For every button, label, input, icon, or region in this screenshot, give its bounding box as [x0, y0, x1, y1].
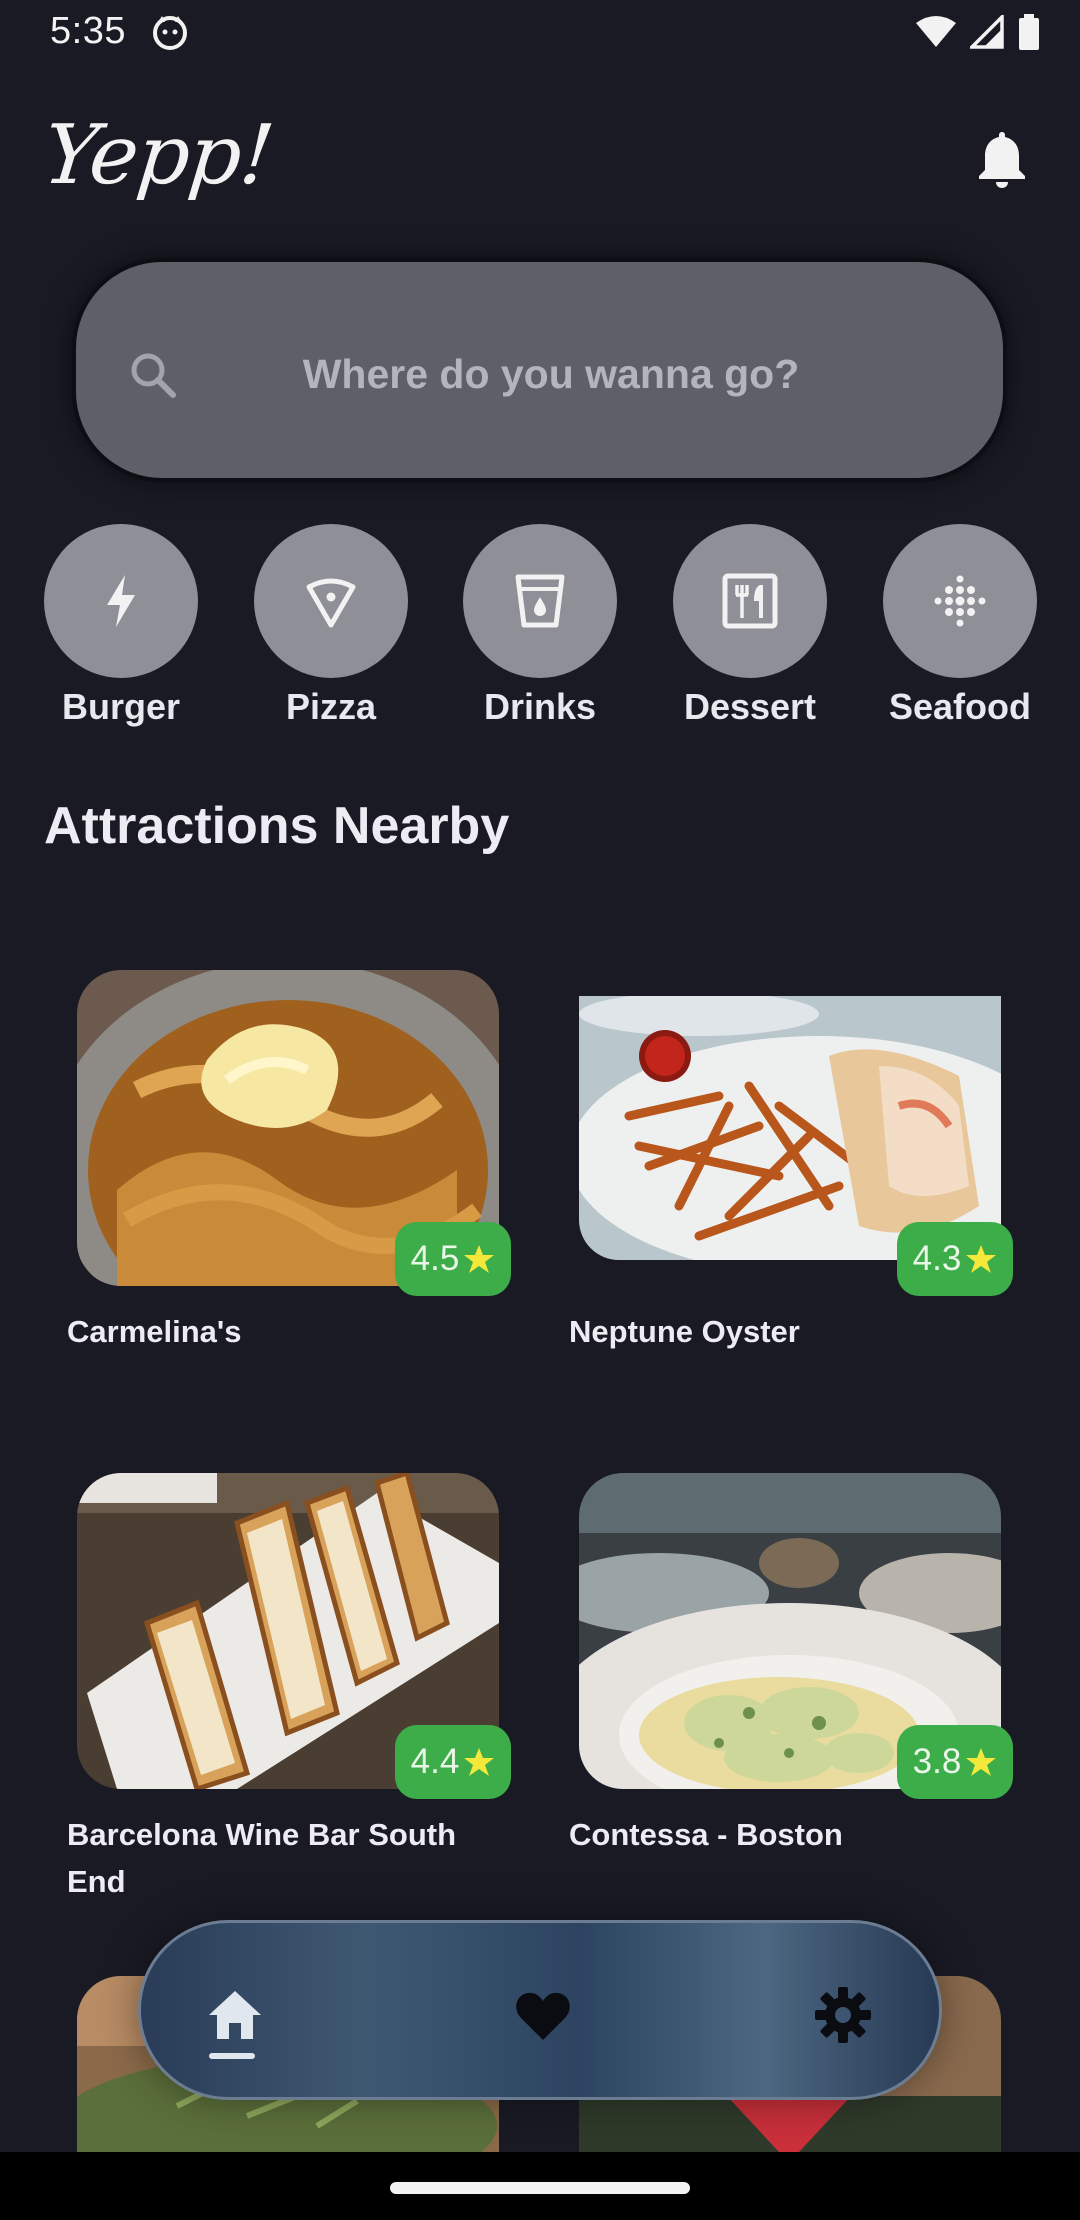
app-logo: Yepp! — [39, 108, 278, 203]
category-circle[interactable] — [463, 524, 617, 678]
category-pizza[interactable]: Pizza — [251, 524, 411, 728]
dots-grid-icon — [934, 575, 986, 627]
category-label: Seafood — [888, 686, 1031, 727]
status-time: 5:35 — [50, 10, 126, 52]
gesture-bar — [0, 2152, 1080, 2220]
place-card[interactable]: 3.8 Contessa - Boston — [547, 1473, 1013, 1873]
category-burger[interactable]: Burger — [41, 524, 201, 728]
heart-icon[interactable] — [513, 1985, 573, 2045]
star-icon — [464, 1748, 495, 1776]
category-label: Drinks — [483, 686, 597, 727]
cup-icon — [515, 574, 565, 628]
rating-badge: 4.4 — [395, 1725, 511, 1799]
gear-icon[interactable] — [813, 1985, 873, 2045]
bottom-nav — [138, 1920, 942, 2100]
bell-icon[interactable] — [974, 128, 1030, 190]
rating-badge: 3.8 — [897, 1725, 1013, 1799]
place-card[interactable]: 4.3 Neptune Oyster — [547, 970, 1013, 1370]
place-name[interactable]: Neptune Oyster — [569, 1308, 999, 1355]
notification-cat-icon — [153, 16, 187, 50]
rating-value: 4.3 — [912, 1239, 962, 1278]
category-seafood[interactable]: Seafood — [880, 524, 1040, 728]
search-bar[interactable] — [72, 258, 1007, 482]
battery-icon — [1019, 14, 1039, 50]
section-title: Attractions Nearby — [44, 797, 510, 855]
category-circle[interactable] — [44, 524, 198, 678]
category-label: Dessert — [683, 686, 817, 727]
star-icon — [966, 1245, 997, 1273]
restaurant-menu-icon — [722, 573, 778, 629]
place-name[interactable]: Contessa - Boston — [569, 1811, 999, 1858]
star-icon — [966, 1748, 997, 1776]
category-label: Pizza — [285, 686, 377, 727]
category-label: Burger — [61, 686, 181, 727]
rating-badge: 4.3 — [897, 1222, 1013, 1296]
category-drinks[interactable]: Drinks — [460, 524, 620, 728]
active-tab-indicator — [209, 2053, 255, 2059]
place-photo[interactable] — [579, 996, 1001, 1260]
wifi-icon — [916, 16, 956, 47]
home-icon[interactable] — [205, 1985, 265, 2045]
category-circle[interactable] — [883, 524, 1037, 678]
search-input[interactable] — [226, 332, 876, 416]
category-circle[interactable] — [254, 524, 408, 678]
place-card[interactable]: 4.5 Carmelina's — [45, 970, 511, 1370]
category-circle[interactable] — [673, 524, 827, 678]
place-card[interactable]: 4.4 Barcelona Wine Bar South End — [45, 1473, 511, 1913]
status-bar: 5:35 — [0, 0, 1080, 66]
home-gesture-handle[interactable] — [390, 2182, 690, 2194]
bolt-icon — [107, 575, 135, 627]
rating-value: 4.5 — [410, 1239, 460, 1278]
place-name[interactable]: Carmelina's — [67, 1308, 497, 1355]
signal-icon — [970, 15, 1004, 49]
rating-value: 3.8 — [912, 1742, 962, 1781]
category-row: Burger Pizza Drinks Dessert Seafood — [0, 524, 1080, 734]
rating-value: 4.4 — [410, 1742, 460, 1781]
place-name[interactable]: Barcelona Wine Bar South End — [67, 1811, 497, 1905]
status-icons — [916, 14, 1040, 50]
category-dessert[interactable]: Dessert — [670, 524, 830, 728]
pizza-slice-icon — [306, 578, 356, 628]
search-icon — [131, 353, 176, 398]
rating-badge: 4.5 — [395, 1222, 511, 1296]
star-icon — [464, 1245, 495, 1273]
